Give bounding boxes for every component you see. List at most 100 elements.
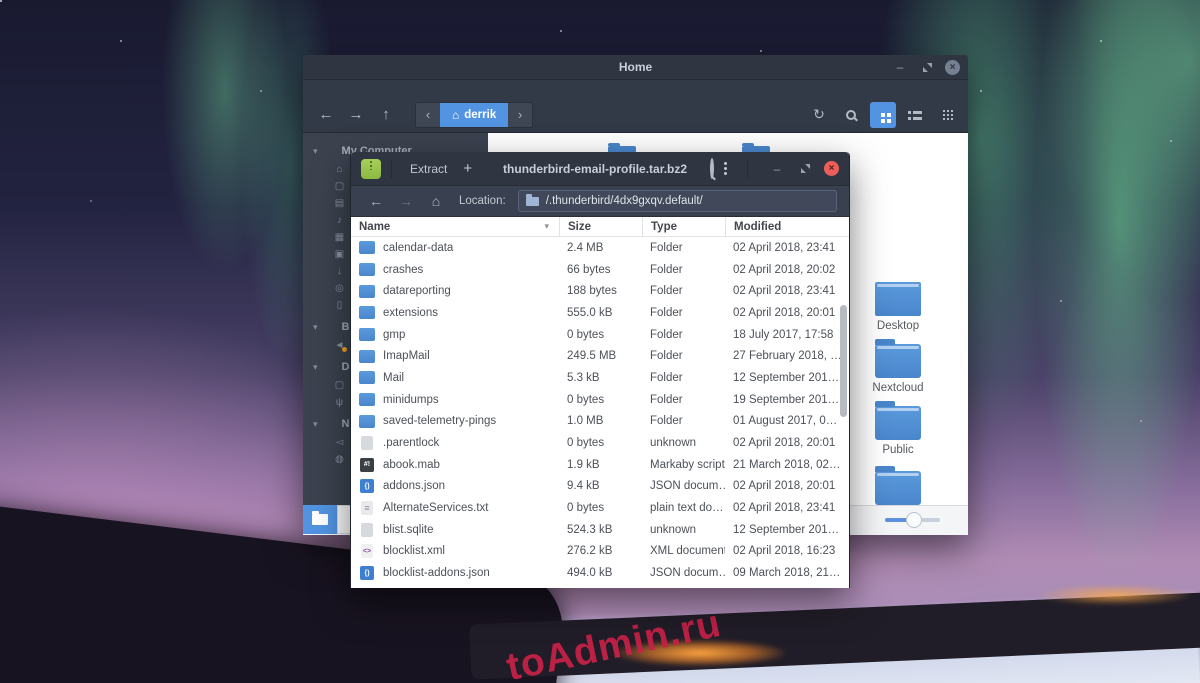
- breadcrumb-prev-button[interactable]: ‹: [416, 103, 440, 127]
- table-row[interactable]: AlternateServices.txt 0 bytes plain text…: [351, 497, 849, 519]
- file-size: 0 bytes: [559, 394, 642, 406]
- file-modified: 02 April 2018, 23:41: [725, 502, 849, 514]
- scrollbar-thumb[interactable]: [840, 305, 847, 417]
- file-type-icon: [359, 393, 375, 406]
- breadcrumb-current[interactable]: ⌂derrik: [440, 103, 508, 127]
- table-row[interactable]: extensions 555.0 kB Folder 02 April 2018…: [351, 302, 849, 324]
- list-view-button[interactable]: [902, 102, 928, 128]
- file-type-icon: [359, 263, 375, 276]
- tree-silhouette: [210, 555, 228, 625]
- table-row[interactable]: .parentlock 0 bytes unknown 02 April 201…: [351, 432, 849, 454]
- home-button[interactable]: ⌂: [423, 193, 449, 209]
- file-size: 249.5 MB: [559, 350, 642, 362]
- table-row[interactable]: saved-telemetry-pings 1.0 MB Folder 01 A…: [351, 411, 849, 433]
- forward-button[interactable]: →: [393, 193, 419, 209]
- minimize-button[interactable]: –: [768, 160, 786, 178]
- scrollbar[interactable]: [839, 241, 847, 581]
- table-row[interactable]: Mail 5.3 kB Folder 12 September 201…: [351, 367, 849, 389]
- search-button[interactable]: [710, 160, 714, 178]
- file-modified: 02 April 2018, 23:41: [725, 242, 849, 254]
- extract-button[interactable]: Extract: [402, 162, 455, 176]
- reload-button[interactable]: ↻: [806, 102, 832, 128]
- compact-view-icon: [942, 109, 953, 120]
- column-header-modified[interactable]: Modified: [725, 217, 849, 237]
- file-name: calendar-data: [383, 242, 453, 254]
- location-input[interactable]: /.thunderbird/4dx9gxqv.default/: [518, 190, 837, 212]
- add-files-button[interactable]: +: [455, 160, 480, 177]
- file-icon-item[interactable]: Nextcloud: [853, 338, 943, 394]
- forward-button[interactable]: →: [341, 106, 371, 123]
- column-header-type[interactable]: Type: [642, 217, 725, 237]
- sidebar-item-icon: ▦: [333, 232, 346, 243]
- table-row[interactable]: calendar-data 2.4 MB Folder 02 April 201…: [351, 237, 849, 259]
- table-row[interactable]: blist.sqlite 524.3 kB unknown 12 Septemb…: [351, 519, 849, 541]
- file-modified: 12 September 201…: [725, 524, 849, 536]
- sidebar-item-icon: ◎: [333, 283, 346, 294]
- file-modified: 12 September 201…: [725, 372, 849, 384]
- file-size: 188 bytes: [559, 285, 642, 297]
- file-modified: 09 March 2018, 21…: [725, 567, 849, 579]
- search-button[interactable]: [838, 102, 864, 128]
- table-row[interactable]: ImapMail 249.5 MB Folder 27 February 201…: [351, 345, 849, 367]
- file-icon-item[interactable]: Public: [853, 400, 943, 456]
- file-icon-item[interactable]: Desktop: [853, 276, 943, 332]
- arc-headerbar[interactable]: Extract + thunderbird-email-profile.tar.…: [351, 152, 849, 186]
- file-name: saved-telemetry-pings: [383, 415, 496, 427]
- file-size: 1.9 kB: [559, 459, 642, 471]
- sidebar-item-icon: ▢: [333, 380, 346, 391]
- light-glow: [1040, 585, 1190, 605]
- sidebar-item-icon: ψ: [333, 397, 346, 408]
- table-row[interactable]: blocklist-addons.json 494.0 kB JSON docu…: [351, 562, 849, 584]
- sidebar-item-icon: ▤: [333, 198, 346, 209]
- file-name: ImapMail: [383, 350, 430, 362]
- table-row[interactable]: minidumps 0 bytes Folder 19 September 20…: [351, 389, 849, 411]
- file-modified: 27 February 2018, …: [725, 350, 849, 362]
- file-type: JSON docum…: [642, 567, 725, 579]
- file-type: Folder: [642, 350, 725, 362]
- file-icon-label: Nextcloud: [872, 382, 923, 394]
- file-name: Mail: [383, 372, 404, 384]
- zoom-slider-knob[interactable]: [906, 512, 922, 528]
- fm-titlebar[interactable]: Home – ×: [303, 55, 968, 80]
- file-type-icon: [359, 328, 375, 341]
- file-type-icon: [359, 371, 375, 384]
- back-button[interactable]: ←: [363, 193, 389, 209]
- up-button[interactable]: ↑: [371, 106, 401, 123]
- table-row[interactable]: abook.mab 1.9 kB Markaby script 21 March…: [351, 454, 849, 476]
- menu-button[interactable]: [724, 162, 727, 175]
- search-icon: [710, 158, 714, 179]
- restore-button[interactable]: [796, 160, 814, 178]
- places-toggle-button[interactable]: [303, 505, 337, 534]
- window-title: Home: [619, 60, 652, 74]
- file-type: Folder: [642, 372, 725, 384]
- separator: [747, 160, 748, 178]
- column-header-size[interactable]: Size: [559, 217, 642, 237]
- table-row[interactable]: crashes 66 bytes Folder 02 April 2018, 2…: [351, 259, 849, 281]
- file-type-icon: [359, 285, 375, 298]
- table-row[interactable]: addons.json 9.4 kB JSON docum… 02 April …: [351, 476, 849, 498]
- tree-silhouette: [430, 595, 448, 665]
- table-row[interactable]: datareporting 188 bytes Folder 02 April …: [351, 280, 849, 302]
- minimize-button[interactable]: –: [891, 58, 909, 76]
- table-row[interactable]: blocklist.xml 276.2 kB XML document 02 A…: [351, 541, 849, 563]
- zoom-slider[interactable]: [885, 518, 940, 522]
- table-row[interactable]: gmp 0 bytes Folder 18 July 2017, 17:58: [351, 324, 849, 346]
- chevron-down-icon: [313, 321, 323, 333]
- file-modified: 19 September 201…: [725, 394, 849, 406]
- file-name: blocklist.xml: [383, 545, 445, 557]
- file-size: 0 bytes: [559, 329, 642, 341]
- compact-view-button[interactable]: [934, 102, 960, 128]
- breadcrumb: ‹ ⌂derrik ›: [415, 102, 533, 128]
- tree-silhouette: [105, 540, 123, 610]
- icon-view-button[interactable]: [870, 102, 896, 128]
- column-header-name[interactable]: Name▾: [351, 217, 559, 237]
- restore-button[interactable]: [918, 58, 936, 76]
- close-button[interactable]: ×: [824, 161, 839, 176]
- table-row[interactable]: [351, 584, 849, 588]
- file-size: 0 bytes: [559, 437, 642, 449]
- back-button[interactable]: ←: [311, 106, 341, 123]
- file-size: 9.4 kB: [559, 480, 642, 492]
- breadcrumb-next-button[interactable]: ›: [508, 103, 532, 127]
- file-modified: 02 April 2018, 20:01: [725, 437, 849, 449]
- close-button[interactable]: ×: [945, 60, 960, 75]
